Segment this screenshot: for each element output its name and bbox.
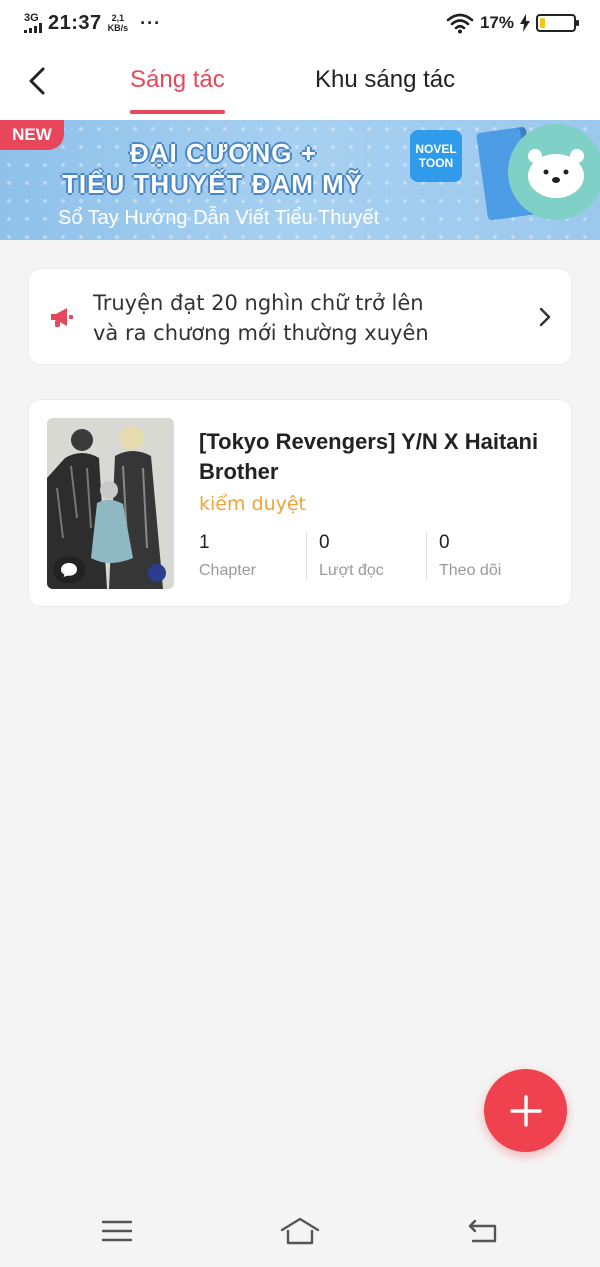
tab-khu-sang-tac[interactable]: Khu sáng tác [315,66,455,94]
logo-line-2: TOON [418,156,454,170]
story-cover-image[interactable] [47,418,174,589]
stat-label: Lượt đọc [319,562,384,579]
network-speed: 2,1 KB/s [108,13,129,33]
clock: 21:37 [48,11,102,34]
active-tab-indicator [130,110,225,114]
logo-line-1: NOVEL [415,142,457,156]
notice-card[interactable]: Truyện đạt 20 nghìn chữ trở lên và ra ch… [28,268,572,365]
speech-bubble-icon [61,563,77,577]
menu-button[interactable] [97,1214,137,1248]
stat-chapters: 1 Chapter [199,532,319,582]
add-story-button[interactable] [484,1069,567,1152]
story-status: kiểm duyệt [199,493,307,515]
back-icon [468,1219,497,1243]
home-button[interactable] [280,1214,320,1248]
tab-sang-tac[interactable]: Sáng tác [130,66,225,114]
stat-label: Chapter [199,562,256,579]
noveltoon-logo: NOVEL TOON [410,130,462,182]
banner-subtitle: Sổ Tay Hướng Dẫn Viết Tiểu Thuyết [58,207,380,229]
network-indicator: 3G [24,13,42,33]
story-stats: 1 Chapter 0 Lượt đọc 0 Theo dõi [199,532,559,582]
status-right: 17% [446,12,579,34]
comment-badge [53,557,85,583]
stat-value: 1 [199,532,210,553]
wifi-icon [446,13,474,34]
banner-headline-1: ĐẠI CƯƠNG + [130,138,317,168]
stat-value: 0 [439,532,450,553]
tab-label: Sáng tác [130,66,225,93]
battery-fill [540,18,546,28]
home-icon [280,1217,320,1245]
stat-value: 0 [319,532,330,553]
menu-icon [102,1220,132,1242]
battery-percent: 17% [479,13,514,32]
banner-headline-2: TIỂU THUYẾT ĐAM MỸ [62,169,364,199]
tab-label: Khu sáng tác [315,66,456,93]
promo-banner[interactable]: NEW ĐẠI CƯƠNG + TIỂU THUYẾT ĐAM MỸ Sổ Ta… [0,120,600,240]
signal-icon [24,23,42,33]
status-bar: 3G 21:37 2,1 KB/s ··· 17% [0,0,600,46]
notice-line-2: và ra chương mới thường xuyên [93,321,429,345]
chevron-right-icon [539,307,551,332]
back-nav-button[interactable] [463,1214,503,1248]
charging-icon [520,14,530,32]
system-nav-bar [0,1196,600,1267]
speed-unit: KB/s [107,23,129,33]
network-type: 3G [24,12,39,24]
stat-reads: 0 Lượt đọc [306,532,439,582]
stat-followers: 0 Theo dõi [426,532,559,582]
chevron-left-icon [29,67,45,95]
more-notifications-icon: ··· [140,12,162,33]
back-button[interactable] [20,64,54,98]
battery-icon [536,14,579,32]
top-header: Sáng tác Khu sáng tác [0,46,600,120]
bear-mascot-image [508,124,600,220]
notice-line-1: Truyện đạt 20 nghìn chữ trở lên [93,291,424,315]
new-badge: NEW [0,120,64,150]
plus-icon [509,1094,542,1127]
story-title: [Tokyo Revengers] Y/N X Haitani Brother [199,429,539,484]
status-left: 3G 21:37 2,1 KB/s ··· [24,12,161,35]
speed-value: 2,1 [111,13,125,23]
megaphone-icon [49,305,75,334]
stat-label: Theo dõi [439,562,502,579]
story-card[interactable]: [Tokyo Revengers] Y/N X Haitani Brother … [28,399,572,607]
notice-text: Truyện đạt 20 nghìn chữ trở lên và ra ch… [93,288,523,348]
